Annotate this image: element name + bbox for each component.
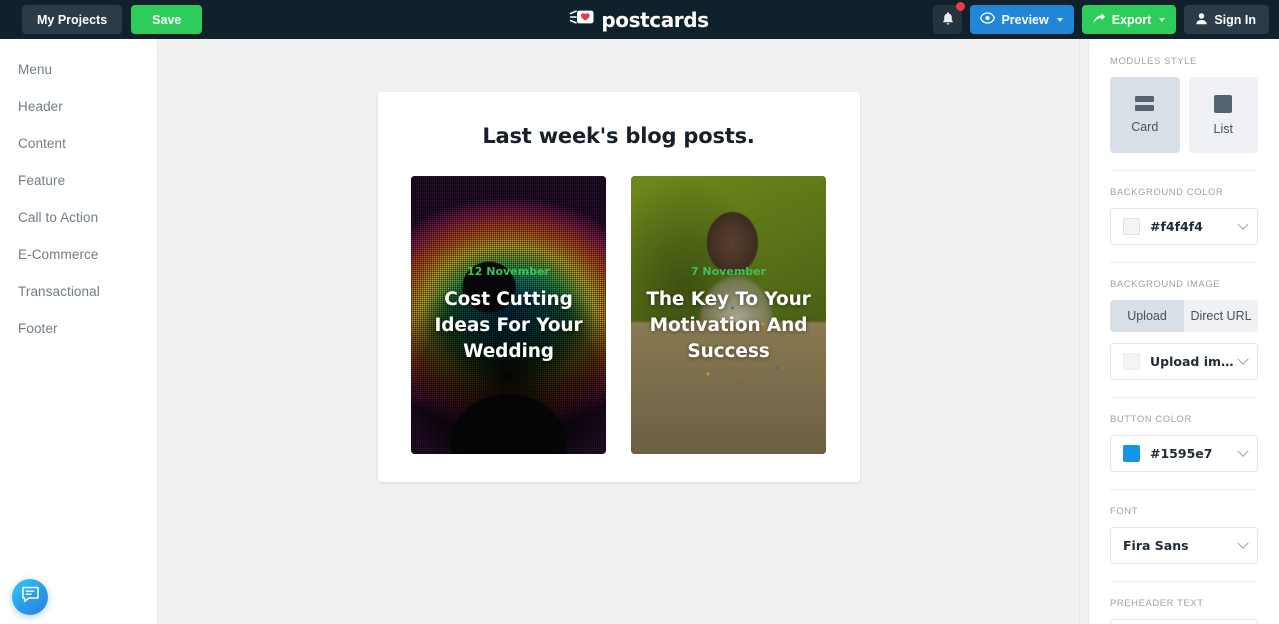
postcards-editor: My Projects Save postcards Preview Expor… — [0, 0, 1279, 624]
button-color-value: #1595e7 — [1150, 446, 1213, 461]
sidebar-item-label: Header — [18, 99, 63, 114]
sign-in-label: Sign In — [1214, 12, 1256, 27]
post-card[interactable]: 7 November The Key To Your Motivation An… — [631, 176, 826, 454]
modules-style-option-label: Card — [1131, 120, 1159, 134]
sidebar-item-label: Footer — [18, 321, 58, 336]
export-label: Export — [1111, 12, 1152, 27]
post-card-list: 12 November Cost Cutting Ideas For Your … — [410, 176, 828, 454]
my-projects-button[interactable]: My Projects — [22, 5, 123, 34]
sidebar-item-label: Menu — [18, 62, 53, 77]
preview-button[interactable]: Preview — [970, 5, 1074, 34]
notifications-button[interactable] — [933, 2, 966, 34]
background-image-source-tabs: Upload Direct URL — [1110, 300, 1258, 332]
save-button[interactable]: Save — [131, 5, 203, 34]
share-arrow-icon — [1092, 12, 1106, 28]
background-color-label: Background Color — [1110, 187, 1224, 198]
background-color-swatch — [1123, 218, 1140, 235]
post-card-body: 12 November Cost Cutting Ideas For Your … — [411, 265, 606, 366]
postcard-heart-icon — [570, 7, 596, 32]
support-chat-button[interactable] — [12, 579, 48, 615]
button-color-swatch — [1123, 445, 1140, 462]
settings-panel: Modules Style Card List Background Color — [1088, 39, 1279, 624]
logo-wordmark: postcards — [601, 7, 709, 32]
background-color-picker[interactable]: #f4f4f4 — [1110, 208, 1258, 245]
eye-icon — [980, 12, 996, 27]
panel-scrollbar-track[interactable] — [1079, 39, 1088, 624]
sidebar-item-content[interactable]: Content — [0, 125, 157, 162]
tab-upload-label: Upload — [1127, 309, 1167, 323]
post-card-body: 7 November The Key To Your Motivation An… — [631, 265, 826, 366]
my-projects-label: My Projects — [37, 12, 108, 27]
sidebar-item-footer[interactable]: Footer — [0, 310, 157, 347]
save-label: Save — [152, 12, 182, 27]
button-color-section: Button Color #1595e7 — [1110, 398, 1258, 490]
email-canvas[interactable]: Last week's blog posts. 12 November Cost… — [158, 39, 1079, 624]
sidebar-item-label: Transactional — [18, 284, 100, 299]
preview-label: Preview — [1001, 12, 1049, 27]
tab-direct-url[interactable]: Direct URL — [1184, 300, 1258, 332]
post-title: The Key To Your Motivation And Success — [646, 288, 811, 363]
sign-in-button[interactable]: Sign In — [1184, 5, 1269, 34]
sidebar-item-label: E-Commerce — [18, 247, 99, 262]
tab-direct-url-label: Direct URL — [1190, 309, 1252, 323]
modules-style-options: Card List — [1110, 77, 1258, 153]
modules-style-label: Modules Style — [1110, 56, 1197, 67]
modules-style-option-list[interactable]: List — [1188, 77, 1258, 153]
background-color-value: #f4f4f4 — [1150, 219, 1203, 234]
top-toolbar: My Projects Save postcards Preview Expor… — [0, 0, 1279, 39]
card-layout-icon — [1135, 96, 1155, 111]
preheader-text-section: Preheader Text This is preheader text. — [1110, 582, 1258, 624]
sidebar-item-menu[interactable]: Menu — [0, 51, 157, 88]
toolbar-left-group: My Projects Save — [22, 5, 203, 34]
module-categories-sidebar: Menu Header Content Feature Call to Acti… — [0, 39, 158, 624]
font-select[interactable]: Fira Sans — [1110, 527, 1258, 564]
sidebar-item-header[interactable]: Header — [0, 88, 157, 125]
font-section: Font Fira Sans — [1110, 490, 1258, 582]
chevron-down-icon — [1159, 17, 1166, 22]
button-color-picker[interactable]: #1595e7 — [1110, 435, 1258, 472]
background-image-label: Background Image — [1110, 279, 1221, 290]
export-button[interactable]: Export — [1081, 5, 1177, 34]
background-image-value: Upload image — [1150, 354, 1239, 369]
chat-bubble-icon — [21, 586, 40, 608]
modules-style-section: Modules Style Card List — [1110, 39, 1258, 171]
sidebar-item-label: Call to Action — [18, 210, 99, 225]
post-card[interactable]: 12 November Cost Cutting Ideas For Your … — [411, 176, 606, 454]
list-layout-icon — [1214, 94, 1233, 113]
background-color-section: Background Color #f4f4f4 — [1110, 171, 1258, 263]
user-icon — [1195, 12, 1208, 28]
module-heading: Last week's blog posts. — [482, 124, 755, 148]
font-value: Fira Sans — [1123, 538, 1189, 553]
chevron-down-icon — [1237, 445, 1249, 457]
background-image-section: Background Image Upload Direct URL Uploa… — [1110, 263, 1258, 398]
sidebar-item-transactional[interactable]: Transactional — [0, 273, 157, 310]
font-label: Font — [1110, 506, 1139, 517]
chevron-down-icon — [1237, 218, 1249, 230]
chevron-down-icon — [1056, 17, 1063, 22]
sidebar-item-call-to-action[interactable]: Call to Action — [0, 199, 157, 236]
chevron-down-icon — [1237, 537, 1249, 549]
sidebar-item-e-commerce[interactable]: E-Commerce — [0, 236, 157, 273]
email-module-blog-posts[interactable]: Last week's blog posts. 12 November Cost… — [377, 92, 860, 482]
modules-style-option-card[interactable]: Card — [1110, 77, 1180, 153]
post-date: 7 November — [690, 264, 767, 278]
tab-upload[interactable]: Upload — [1110, 300, 1184, 332]
post-date: 12 November — [467, 264, 550, 278]
background-image-upload-select[interactable]: Upload image — [1110, 343, 1258, 380]
bell-icon — [941, 11, 955, 29]
modules-style-option-label: List — [1213, 121, 1233, 136]
sidebar-item-feature[interactable]: Feature — [0, 162, 157, 199]
preheader-text-input[interactable]: This is preheader text. — [1110, 619, 1258, 624]
post-title: Cost Cutting Ideas For Your Wedding — [434, 288, 583, 363]
notification-badge-dot — [956, 2, 966, 11]
toolbar-right-group: Preview Export Sign In — [933, 2, 1269, 34]
sidebar-item-label: Feature — [18, 173, 66, 188]
preheader-text-label: Preheader Text — [1110, 598, 1204, 609]
brand-logo[interactable]: postcards — [570, 7, 709, 32]
sidebar-item-label: Content — [18, 136, 66, 151]
button-color-label: Button Color — [1110, 414, 1192, 425]
chevron-down-icon — [1237, 353, 1249, 365]
editor-body: Menu Header Content Feature Call to Acti… — [0, 39, 1279, 624]
image-thumbnail-placeholder — [1123, 353, 1140, 370]
